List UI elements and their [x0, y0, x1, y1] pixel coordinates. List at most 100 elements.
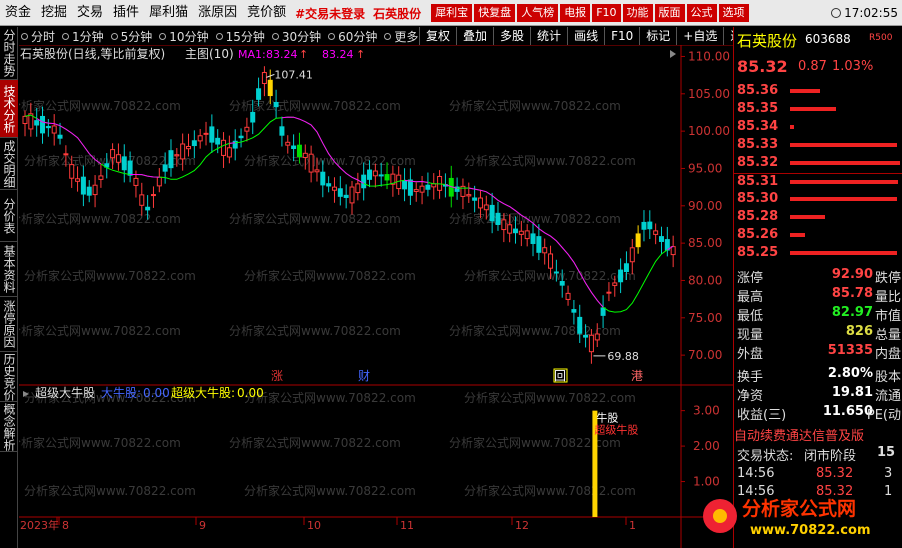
indicator-l1: 大牛股: [101, 385, 141, 400]
y-tick-label: 85.00 [688, 236, 722, 250]
toolbar-button-5[interactable]: F10 [604, 27, 639, 45]
quote-panel: 石英股份 603688 R500 85.32 0.87 1.03% 85.36 8… [733, 27, 902, 548]
period-6[interactable]: 60分钟 [326, 28, 382, 45]
toolbar-button-7[interactable]: +自选 [676, 27, 723, 45]
sub-y-tick-label: 1.00 [693, 475, 720, 489]
menu-button-8[interactable]: 选项 [718, 3, 749, 22]
order-level-bar [790, 215, 825, 219]
clock-time: 17:02:55 [844, 6, 898, 20]
side-tab-3[interactable]: 分价表 [0, 190, 18, 242]
order-level-price: 85.28 [737, 209, 779, 224]
event-marker[interactable]: 涨 [271, 368, 283, 383]
order-level-row: 85.35 [734, 101, 902, 118]
clock: 17:02:55 [831, 0, 898, 26]
order-level-row: 85.34 [734, 119, 902, 136]
period-2[interactable]: 5分钟 [109, 28, 158, 45]
event-marker[interactable]: 财 [358, 369, 370, 383]
kline-chart[interactable]: 分析家公式网www.70822.com 分析家公式网www.70822.com 分析… [19, 45, 733, 548]
order-level-bar [790, 107, 836, 111]
side-tab-6[interactable]: 历史竞价 [0, 352, 18, 402]
period-1[interactable]: 1分钟 [60, 28, 109, 45]
menu-item-6[interactable]: 竞价额 [242, 5, 291, 20]
menu-button-5[interactable]: 功能 [622, 3, 653, 22]
radio-icon [62, 32, 70, 40]
side-tab-7[interactable]: 概念解析 [0, 402, 18, 452]
watermark-text: 分析家公式网www.70822.com [244, 390, 416, 405]
menu-red-item-0[interactable]: #交易未登录 [291, 7, 369, 21]
period-0[interactable]: 分时 [19, 28, 60, 45]
up-arrow-icon: ↑ [299, 48, 308, 61]
sub-y-tick-label: 3.00 [693, 404, 720, 418]
menu-item-0[interactable]: 资金 [0, 5, 36, 20]
stat-right-label: 跌停 [874, 271, 901, 286]
toolbar-button-0[interactable]: 复权 [419, 27, 456, 45]
side-tab-4[interactable]: 基本资料 [0, 242, 18, 297]
toolbar-button-4[interactable]: 画线 [567, 27, 604, 45]
logo-text: 分析家公式网 [742, 497, 856, 520]
side-tab-0[interactable]: 分时走势 [0, 27, 18, 80]
event-marker[interactable]: 港 [631, 369, 643, 383]
period-label: 30分钟 [281, 29, 322, 44]
side-tabs: 分时走势 技术分析 成交明细 分价表 基本资料 涨停原因 历史竞价 概念解析 [0, 27, 18, 548]
period-7[interactable]: 更多 [382, 28, 423, 45]
toolbar-button-1[interactable]: 叠加 [456, 27, 493, 45]
side-tab-2[interactable]: 成交明细 [0, 138, 18, 190]
chart-subtitle[interactable]: 主图(10) [185, 47, 234, 61]
order-level-bar [790, 251, 897, 255]
menu-item-4[interactable]: 犀利猫 [144, 5, 193, 20]
menu-button-6[interactable]: 版面 [654, 3, 685, 22]
stat-value: 92.90 [831, 267, 873, 282]
y-tick-label: 75.00 [688, 311, 722, 325]
period-4[interactable]: 15分钟 [214, 28, 270, 45]
stat-right-label: 股本 [874, 370, 901, 385]
y-tick-label: 110.00 [688, 49, 730, 63]
radio-icon [384, 32, 392, 40]
order-level-price: 85.32 [737, 155, 779, 170]
stat-value: 51335 [827, 343, 873, 358]
last-price: 85.32 [737, 57, 788, 76]
menu-item-3[interactable]: 插件 [108, 5, 144, 20]
stat-label: 收益(三) [737, 408, 787, 423]
radio-icon [328, 32, 336, 40]
period-5[interactable]: 30分钟 [270, 28, 326, 45]
menu-item-1[interactable]: 挖掘 [36, 5, 72, 20]
stat-right-label: 流通 [874, 389, 901, 404]
event-marker[interactable]: 回 [554, 369, 566, 383]
stat-right-label: 总量 [874, 328, 901, 343]
menu-button-1[interactable]: 快复盘 [474, 3, 516, 22]
side-tab-1[interactable]: 技术分析 [0, 80, 18, 138]
signal-label-1: 牛股 [596, 410, 618, 424]
radio-icon [215, 32, 223, 40]
menu-button-3[interactable]: 电报 [560, 3, 591, 22]
side-tab-5[interactable]: 涨停原因 [0, 297, 18, 352]
period-label: 60分钟 [338, 29, 378, 44]
stat-value: 11.650 [822, 404, 873, 419]
x-tick-label: 1 [629, 519, 636, 532]
toolbar-button-2[interactable]: 多股 [493, 27, 530, 45]
stat-value: 85.78 [831, 286, 873, 301]
toolbar-button-3[interactable]: 统计 [530, 27, 567, 45]
x-tick-label: 11 [400, 519, 414, 532]
stat-right-label: 市值 [874, 309, 901, 324]
period-3[interactable]: 10分钟 [157, 28, 213, 45]
watermark-text: 分析家公式网www.70822.com [449, 98, 621, 113]
stat-row: 最低 82.97 市值 [734, 305, 902, 324]
order-level-row: 85.25 [734, 245, 902, 262]
menu-button-2[interactable]: 人气榜 [517, 3, 559, 22]
chart-title: 石英股份(日线,等比前复权) [20, 46, 165, 61]
high-label: 107.41 [274, 68, 313, 81]
order-level-row: 85.30 [734, 191, 902, 208]
menu-item-5[interactable]: 涨原因 [193, 5, 242, 20]
radio-icon [110, 32, 118, 40]
stat-row: 收益(三) 11.650 PE(动 [734, 404, 902, 423]
menu-red-item-1[interactable]: 石英股份 [369, 7, 425, 21]
stock-code: 603688 [805, 32, 851, 46]
menu-button-4[interactable]: F10 [592, 3, 621, 22]
menu-item-2[interactable]: 交易 [72, 5, 108, 20]
order-level-price: 85.33 [737, 137, 779, 152]
x-tick-label: 9 [199, 519, 206, 532]
menu-button-7[interactable]: 公式 [686, 3, 717, 22]
menu-button-0[interactable]: 犀利宝 [431, 3, 473, 22]
toolbar-button-6[interactable]: 标记 [639, 27, 676, 45]
watermark-text: 分析家公式网www.70822.com [464, 268, 636, 283]
